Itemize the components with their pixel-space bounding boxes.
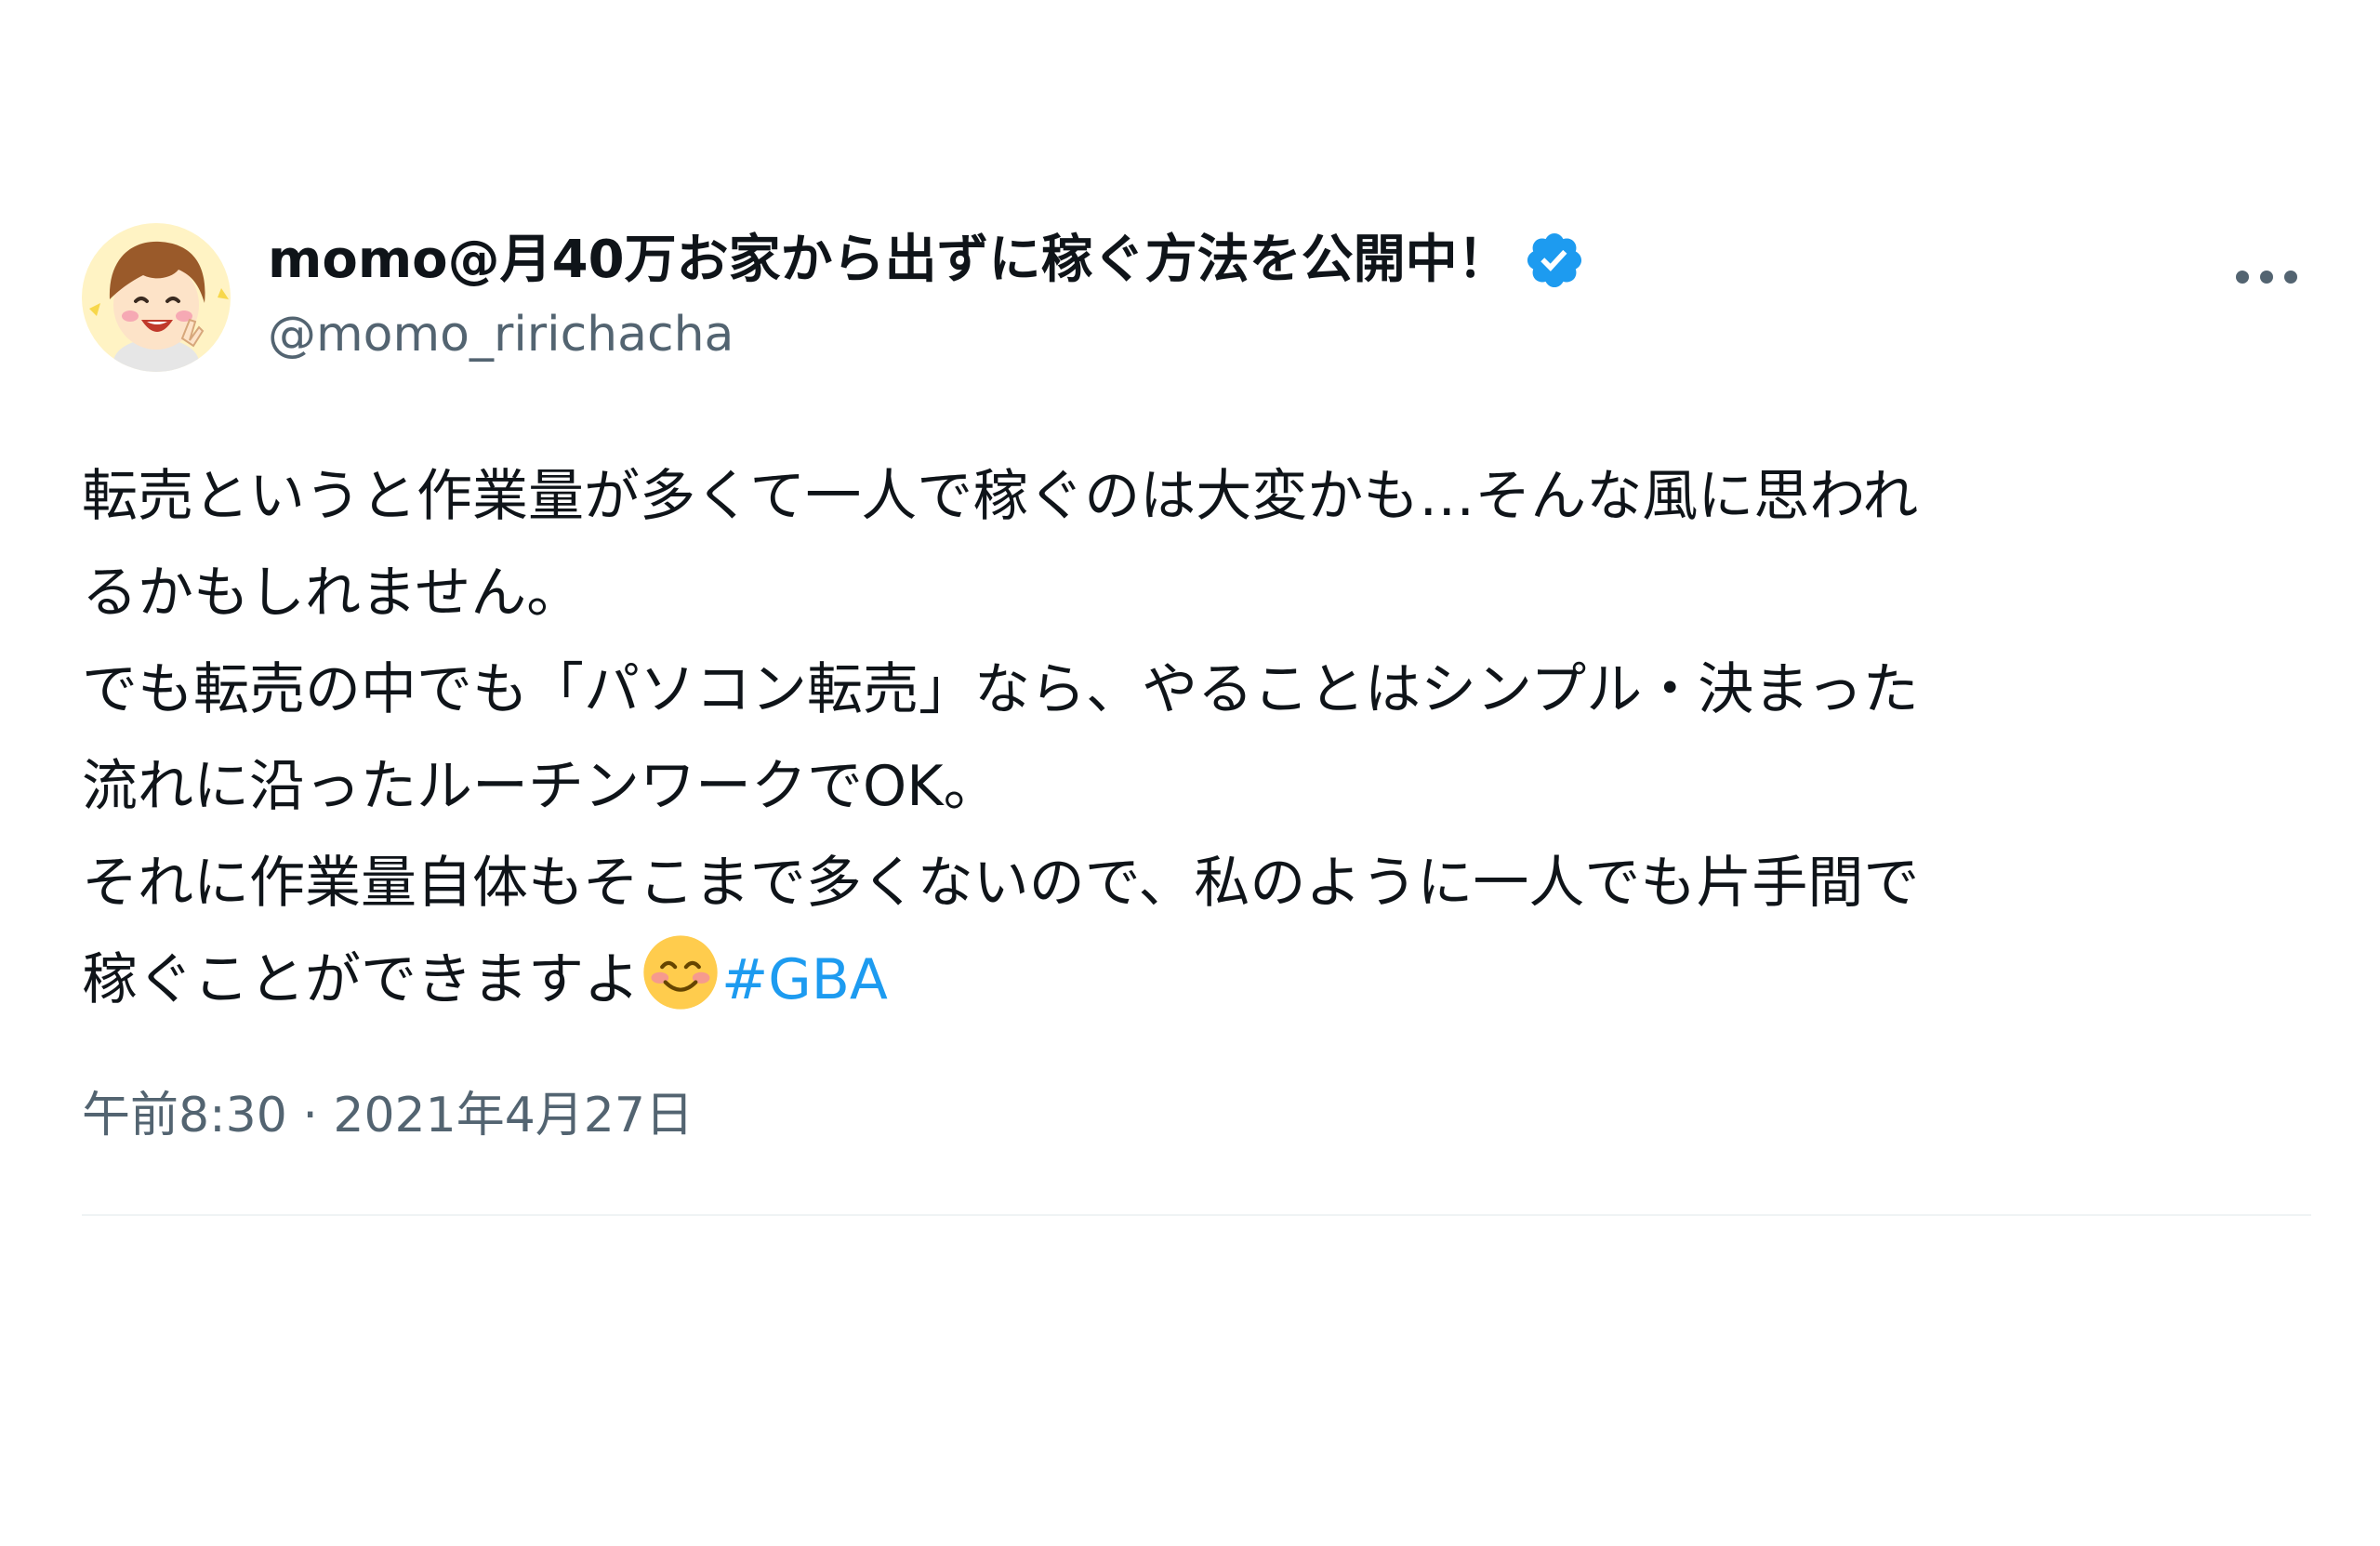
more-options-button[interactable] xyxy=(2222,244,2311,311)
cartoon-avatar-icon xyxy=(82,223,231,372)
timestamp-date[interactable]: 2021年4月27日 xyxy=(333,1088,694,1143)
hashtag-link[interactable]: #GBA xyxy=(721,947,888,1012)
tweet-text-last-line: 稼ぐことができますよ #GBA xyxy=(82,932,2313,1028)
display-name[interactable]: momo@月40万お家から出ずに稼ぐ方法を公開中！ xyxy=(268,227,1510,294)
tweet-text: 転売というと作業量が多くて一人で稼ぐのは大変かも…そんな風に思われ るかもしれま… xyxy=(82,448,2313,1028)
divider xyxy=(82,1214,2311,1216)
display-name-row: momo@月40万お家から出ずに稼ぐ方法を公開中！ xyxy=(268,227,1586,294)
timestamp-time[interactable]: 午前8:30 xyxy=(82,1088,287,1143)
tweet-text-line: るかもしれません。 xyxy=(82,561,583,626)
tweet-text-line: 流れに沿ったルーチンワークでOK。 xyxy=(82,754,999,819)
avatar[interactable] xyxy=(82,223,231,372)
timestamp-separator: · xyxy=(302,1088,318,1143)
user-handle[interactable]: @momo_ririchacha xyxy=(268,301,1586,368)
tweet-text-line: でも転売の中でも「パソコン転売」なら、やることはシンプル・決まった xyxy=(82,657,1919,722)
tweet-timestamp: 午前8:30 · 2021年4月27日 xyxy=(82,1082,2311,1149)
more-dots-icon xyxy=(2236,271,2297,284)
tweet-text-line: 転売というと作業量が多くて一人で稼ぐのは大変かも…そんな風に思われ xyxy=(82,464,1919,529)
tweet-text-line: それに作業量自体もそこまで多くないので、私のように一人でも片手間で xyxy=(82,851,1920,916)
tweet-header: momo@月40万お家から出ずに稼ぐ方法を公開中！ @momo_ririchac… xyxy=(82,223,2311,381)
smiling-face-emoji-icon xyxy=(641,933,720,1011)
verified-badge-icon[interactable] xyxy=(1523,229,1586,292)
tweet-text-line: 稼ぐことができますよ xyxy=(82,947,640,1012)
author-names: momo@月40万お家から出ずに稼ぐ方法を公開中！ @momo_ririchac… xyxy=(268,227,1586,368)
tweet-card: momo@月40万お家から出ずに稼ぐ方法を公開中！ @momo_ririchac… xyxy=(82,223,2311,1216)
